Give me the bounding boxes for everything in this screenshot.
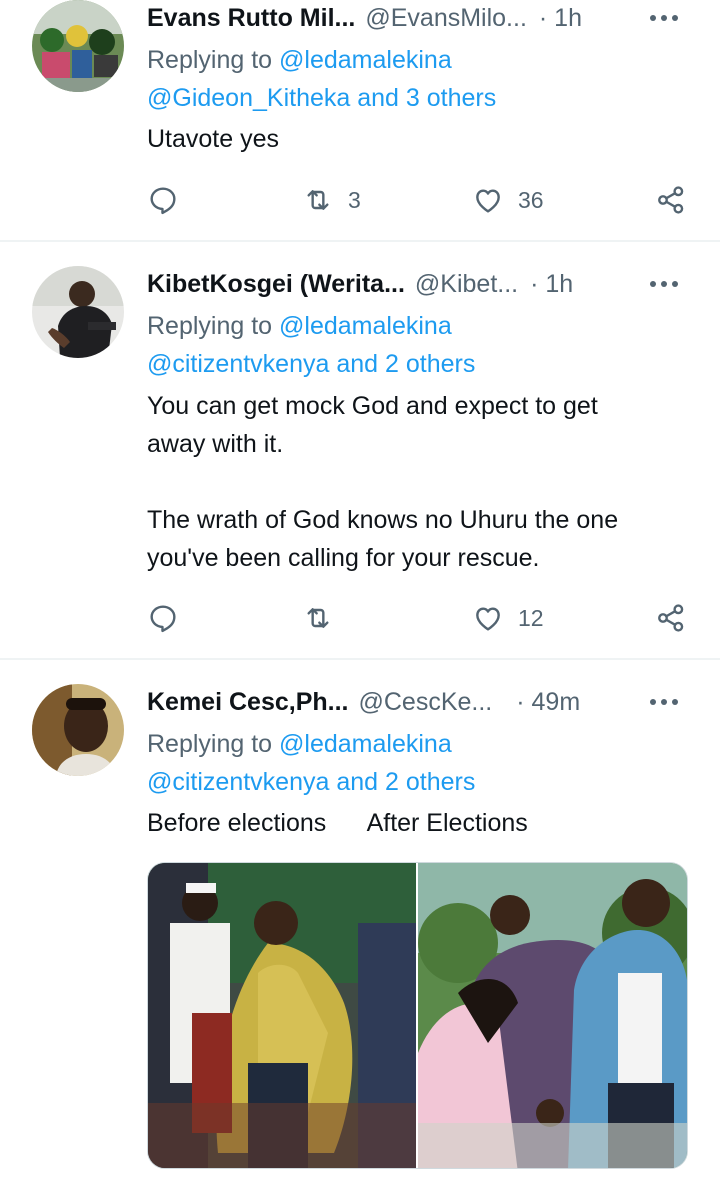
timestamp[interactable]: · 49m xyxy=(516,688,580,717)
like-button[interactable]: 36 xyxy=(472,180,544,220)
display-name[interactable]: KibetKosgei (Werita... xyxy=(147,270,405,299)
tweet-header: Kemei Cesc,Ph... @CescKe... · 49m xyxy=(147,684,690,720)
avatar[interactable] xyxy=(32,684,124,776)
timestamp[interactable]: · 1h xyxy=(530,270,573,299)
heart-icon xyxy=(476,189,500,213)
more-icon[interactable] xyxy=(644,266,684,302)
retweet-icon xyxy=(307,608,329,628)
tweet-text: Utavote yes xyxy=(147,125,280,153)
reply-button[interactable] xyxy=(147,180,179,220)
avatar[interactable] xyxy=(32,266,124,358)
replying-prefix: Replying to xyxy=(147,730,280,758)
share-button[interactable] xyxy=(655,180,687,220)
more-icon[interactable] xyxy=(644,684,684,720)
user-handle[interactable]: @EvansMilo... xyxy=(365,4,527,33)
tweet-text: Before elections After Elections xyxy=(147,809,528,837)
replying-prefix: Replying to xyxy=(147,312,280,340)
tweet-actions: 12 xyxy=(147,598,692,638)
share-button[interactable] xyxy=(655,598,687,638)
tweet-1[interactable]: Evans Rutto Mil... @EvansMilo... · 1h Re… xyxy=(0,0,720,240)
reply-icon xyxy=(150,187,176,215)
tweet-header: Evans Rutto Mil... @EvansMilo... · 1h xyxy=(147,0,690,36)
replying-others-link[interactable]: @citizentvkenya and 2 others xyxy=(147,763,475,801)
display-name[interactable]: Kemei Cesc,Ph... xyxy=(147,688,348,717)
user-handle[interactable]: @CescKe... xyxy=(358,688,492,717)
retweet-button[interactable] xyxy=(302,598,334,638)
display-name[interactable]: Evans Rutto Mil... xyxy=(147,4,355,33)
avatar[interactable] xyxy=(32,0,124,92)
like-button[interactable]: 12 xyxy=(472,598,544,638)
share-icon xyxy=(658,604,684,632)
tweet-2[interactable]: KibetKosgei (Werita... @Kibet... · 1h Re… xyxy=(0,266,720,658)
mention-link[interactable]: @ledamalekina xyxy=(279,312,452,340)
reply-icon xyxy=(150,605,176,633)
replying-others-link[interactable]: @Gideon_Kitheka and 3 others xyxy=(147,79,496,117)
more-icon[interactable] xyxy=(644,0,684,36)
divider xyxy=(0,240,720,242)
timestamp[interactable]: · 1h xyxy=(539,4,582,33)
media-image-after[interactable] xyxy=(418,863,687,1168)
tweet-text: You can get mock God and expect to get a… xyxy=(147,392,619,572)
user-handle[interactable]: @Kibet... xyxy=(415,270,518,299)
reply-button[interactable] xyxy=(147,598,179,638)
replying-to: Replying to @ledamalekina xyxy=(147,307,452,345)
heart-icon xyxy=(476,607,500,631)
mention-link[interactable]: @ledamalekina xyxy=(279,46,452,74)
tweet-media[interactable] xyxy=(147,862,688,1169)
replying-to: Replying to @ledamalekina xyxy=(147,725,452,763)
media-image-before[interactable] xyxy=(148,863,416,1168)
tweet-actions: 3 36 xyxy=(147,180,692,220)
replying-others-link[interactable]: @citizentvkenya and 2 others xyxy=(147,345,475,383)
replying-to: Replying to @ledamalekina xyxy=(147,41,452,79)
replying-prefix: Replying to xyxy=(147,46,280,74)
tweet-header: KibetKosgei (Werita... @Kibet... · 1h xyxy=(147,266,690,302)
like-count: 12 xyxy=(518,604,544,631)
retweet-icon xyxy=(307,190,329,210)
like-count: 36 xyxy=(518,186,544,213)
retweet-count: 3 xyxy=(348,186,361,213)
mention-link[interactable]: @ledamalekina xyxy=(279,730,452,758)
divider xyxy=(0,658,720,660)
share-icon xyxy=(658,186,684,214)
retweet-button[interactable]: 3 xyxy=(302,180,361,220)
